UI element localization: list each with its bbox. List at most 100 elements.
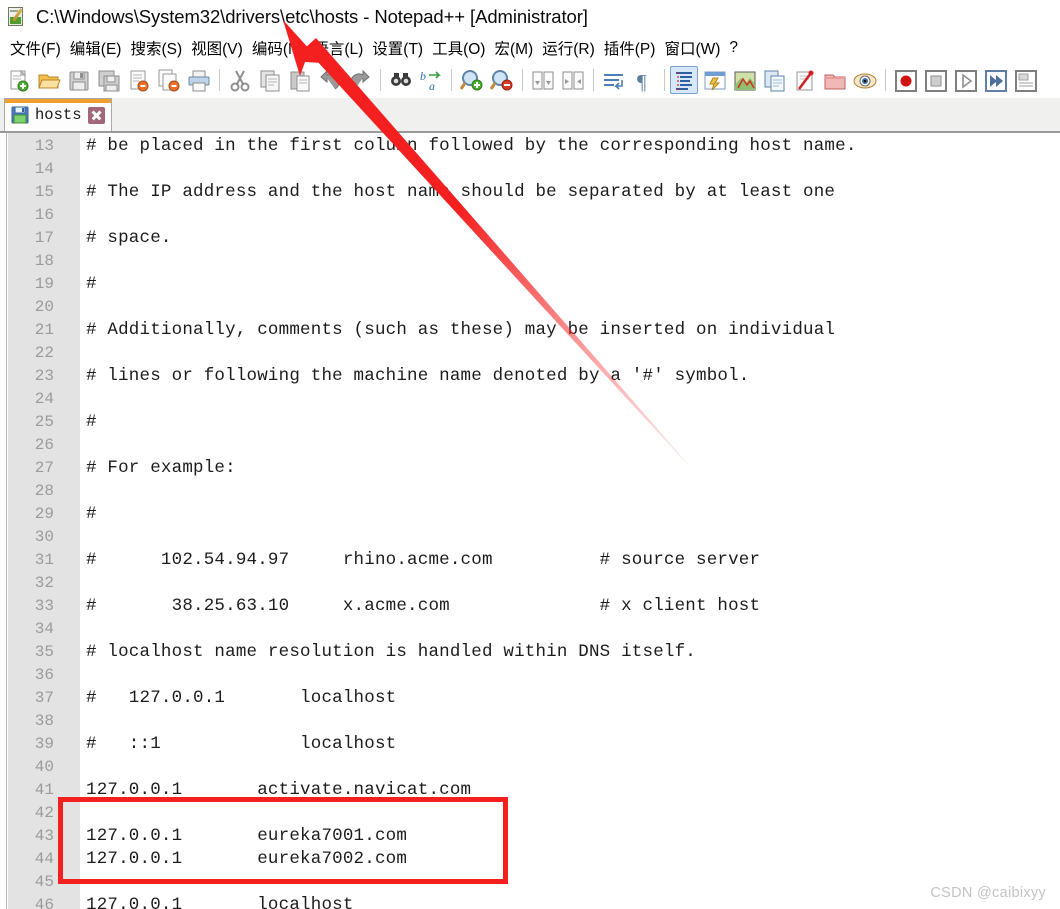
editor-line[interactable]: 33 # 38.25.63.10 x.acme.com # x client ho… bbox=[0, 595, 1060, 618]
editor-line[interactable]: 34 bbox=[0, 618, 1060, 641]
menu-file[interactable]: 文件(F) bbox=[6, 36, 66, 60]
stop-macro-icon[interactable] bbox=[921, 66, 949, 94]
line-number: 46 bbox=[34, 896, 54, 909]
editor-line[interactable]: 43 127.0.0.1 eureka7001.com bbox=[0, 825, 1060, 848]
menu-search[interactable]: 搜索(S) bbox=[126, 36, 187, 60]
sync-vertical-scroll-icon[interactable] bbox=[528, 66, 556, 94]
zoom-in-icon[interactable] bbox=[457, 66, 485, 94]
editor-line[interactable]: 36 bbox=[0, 664, 1060, 687]
line-number: 40 bbox=[34, 758, 54, 776]
editor-line[interactable]: 38 bbox=[0, 710, 1060, 733]
menu-window[interactable]: 窗口(W) bbox=[660, 36, 725, 60]
close-file-icon[interactable] bbox=[124, 66, 152, 94]
function-list-icon[interactable] bbox=[760, 66, 788, 94]
line-text: # lines or following the machine name de… bbox=[86, 366, 750, 386]
cut-icon[interactable] bbox=[225, 66, 253, 94]
copy-icon[interactable] bbox=[255, 66, 283, 94]
editor-line[interactable]: 16 bbox=[0, 204, 1060, 227]
editor-line[interactable]: 40 bbox=[0, 756, 1060, 779]
editor-line[interactable]: 37 # 127.0.0.1 localhost bbox=[0, 687, 1060, 710]
paste-icon[interactable] bbox=[285, 66, 313, 94]
toolbar-separator bbox=[219, 69, 220, 91]
line-number: 15 bbox=[34, 183, 54, 201]
editor-line[interactable]: 45 bbox=[0, 871, 1060, 894]
save-macro-icon[interactable] bbox=[1011, 66, 1039, 94]
document-map-icon[interactable] bbox=[730, 66, 758, 94]
find-icon[interactable] bbox=[386, 66, 414, 94]
new-file-icon[interactable] bbox=[4, 66, 32, 94]
tab-hosts[interactable]: hosts bbox=[4, 98, 112, 131]
play-macro-icon[interactable] bbox=[951, 66, 979, 94]
record-macro-icon[interactable] bbox=[891, 66, 919, 94]
menu-view[interactable]: 视图(V) bbox=[187, 36, 248, 60]
menu-help[interactable]: ? bbox=[725, 38, 743, 58]
line-number: 35 bbox=[34, 643, 54, 661]
sync-horizontal-scroll-icon[interactable] bbox=[558, 66, 586, 94]
text-editor-area[interactable]: 13 # be placed in the first column follow… bbox=[0, 133, 1060, 909]
menu-macro[interactable]: 宏(M) bbox=[490, 36, 538, 60]
redo-icon[interactable] bbox=[345, 66, 373, 94]
editor-line[interactable]: 39 # ::1 localhost bbox=[0, 733, 1060, 756]
editor-line[interactable]: 17 # space. bbox=[0, 227, 1060, 250]
line-text: # 102.54.94.97 rhino.acme.com # source s… bbox=[86, 550, 761, 570]
editor-line[interactable]: 14 bbox=[0, 158, 1060, 181]
menu-edit[interactable]: 编辑(E) bbox=[66, 36, 127, 60]
menu-plugins[interactable]: 插件(P) bbox=[600, 36, 661, 60]
editor-line[interactable]: 29 # bbox=[0, 503, 1060, 526]
toolbar-separator bbox=[522, 69, 523, 91]
undo-icon[interactable] bbox=[315, 66, 343, 94]
indent-guide-icon[interactable] bbox=[670, 66, 698, 94]
run-macro-multiple-icon[interactable] bbox=[981, 66, 1009, 94]
open-folder-icon[interactable] bbox=[34, 66, 62, 94]
editor-line[interactable]: 44 127.0.0.1 eureka7002.com bbox=[0, 848, 1060, 871]
replace-icon[interactable]: b a bbox=[416, 66, 444, 94]
folder-as-workspace-icon[interactable] bbox=[820, 66, 848, 94]
save-all-icon[interactable] bbox=[94, 66, 122, 94]
editor-line[interactable]: 28 bbox=[0, 480, 1060, 503]
editor-line[interactable]: 46 127.0.0.1 localhost bbox=[0, 894, 1060, 909]
editor-line[interactable]: 15 # The IP address and the host name sho… bbox=[0, 181, 1060, 204]
menu-settings[interactable]: 设置(T) bbox=[368, 36, 428, 60]
word-wrap-icon[interactable] bbox=[599, 66, 627, 94]
editor-line[interactable]: 21 # Additionally, comments (such as thes… bbox=[0, 319, 1060, 342]
user-defined-dialog-icon[interactable] bbox=[700, 66, 728, 94]
editor-line[interactable]: 26 bbox=[0, 434, 1060, 457]
editor-line[interactable]: 41 127.0.0.1 activate.navicat.com bbox=[0, 779, 1060, 802]
print-icon[interactable] bbox=[184, 66, 212, 94]
show-all-characters-icon[interactable]: ¶ bbox=[629, 66, 657, 94]
menu-run[interactable]: 运行(R) bbox=[538, 36, 600, 60]
editor-line[interactable]: 24 bbox=[0, 388, 1060, 411]
editor-line[interactable]: 31 # 102.54.94.97 rhino.acme.com # source… bbox=[0, 549, 1060, 572]
editor-line[interactable]: 13 # be placed in the first column follow… bbox=[0, 135, 1060, 158]
zoom-out-icon[interactable] bbox=[487, 66, 515, 94]
line-text: 127.0.0.1 eureka7001.com bbox=[86, 826, 408, 846]
line-number: 36 bbox=[34, 666, 54, 684]
save-icon[interactable] bbox=[64, 66, 92, 94]
editor-line[interactable]: 27 # For example: bbox=[0, 457, 1060, 480]
editor-line[interactable]: 20 bbox=[0, 296, 1060, 319]
editor-line[interactable]: 18 bbox=[0, 250, 1060, 273]
editor-line[interactable]: 19 # bbox=[0, 273, 1060, 296]
editor-line[interactable]: 23 # lines or following the machine name … bbox=[0, 365, 1060, 388]
menu-language[interactable]: 语言(L) bbox=[309, 36, 368, 60]
editor-line[interactable]: 42 bbox=[0, 802, 1060, 825]
editor-line[interactable]: 22 bbox=[0, 342, 1060, 365]
line-number: 29 bbox=[34, 505, 54, 523]
line-number: 30 bbox=[34, 528, 54, 546]
close-all-files-icon[interactable] bbox=[154, 66, 182, 94]
line-number: 17 bbox=[34, 229, 54, 247]
editor-line[interactable]: 35 # localhost name resolution is handled… bbox=[0, 641, 1060, 664]
line-text: # localhost name resolution is handled w… bbox=[86, 642, 696, 662]
line-text: # For example: bbox=[86, 458, 236, 478]
editor-line[interactable]: 25 # bbox=[0, 411, 1060, 434]
line-number: 19 bbox=[34, 275, 54, 293]
menu-encoding[interactable]: 编码(N) bbox=[248, 36, 310, 60]
menu-tools[interactable]: 工具(O) bbox=[428, 36, 490, 60]
close-tab-icon[interactable] bbox=[87, 106, 105, 124]
document-preview-icon[interactable] bbox=[850, 66, 878, 94]
line-number: 25 bbox=[34, 413, 54, 431]
file-browser-icon[interactable] bbox=[790, 66, 818, 94]
editor-line[interactable]: 32 bbox=[0, 572, 1060, 595]
editor-line[interactable]: 30 bbox=[0, 526, 1060, 549]
line-number: 44 bbox=[34, 850, 54, 868]
